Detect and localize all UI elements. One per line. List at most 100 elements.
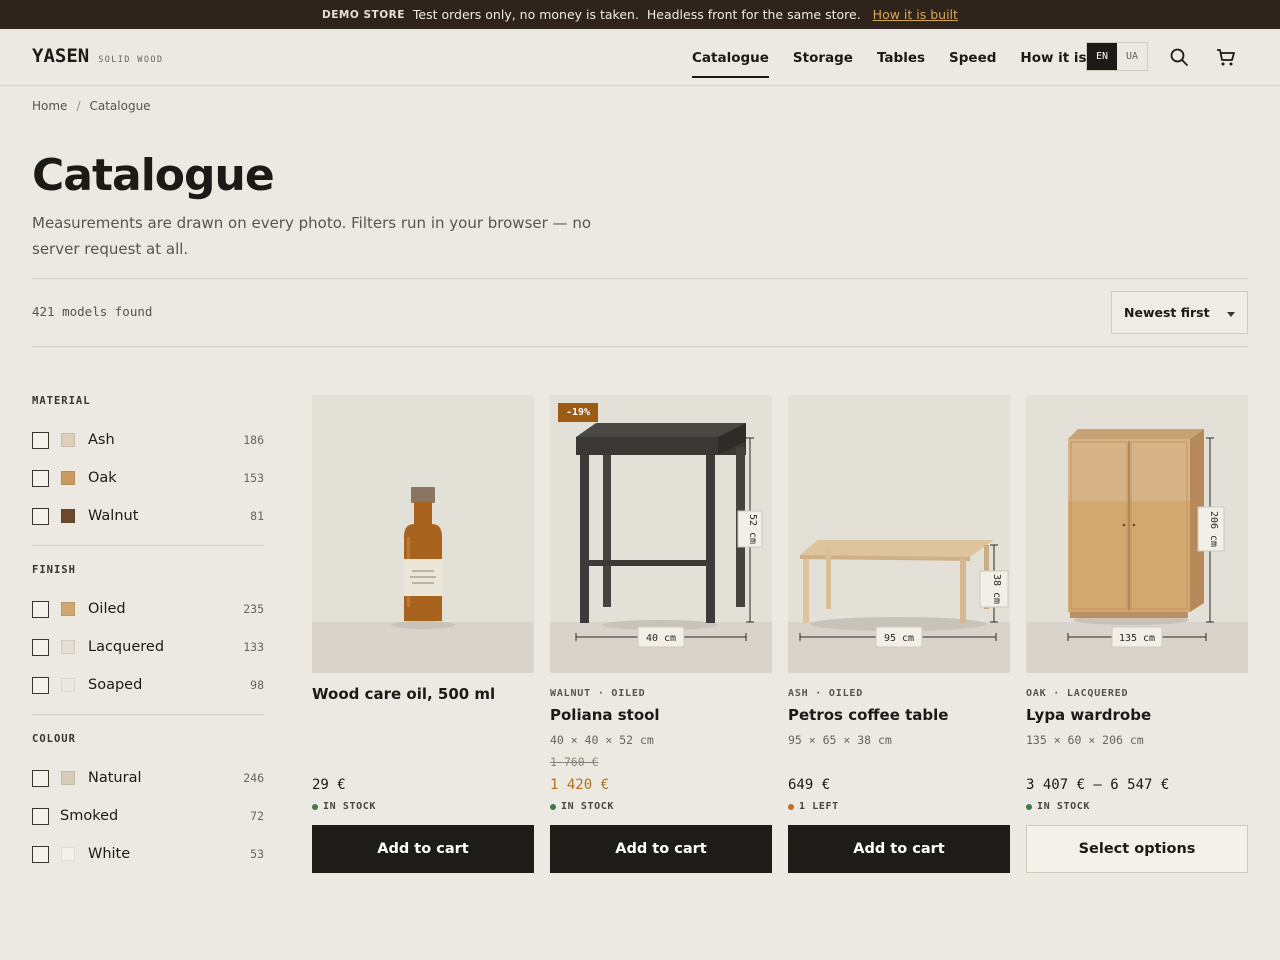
checkbox[interactable] [32, 600, 49, 618]
search-icon[interactable] [1168, 46, 1190, 68]
add-to-cart-button[interactable]: Add to cart [312, 825, 534, 873]
product-photo[interactable] [312, 395, 534, 673]
product-price: 3 407 € – 6 547 € [1026, 777, 1170, 793]
product-material: WALNUT · OILED [550, 688, 646, 699]
checkbox[interactable] [32, 676, 49, 694]
checkbox[interactable] [32, 431, 49, 449]
checkbox[interactable] [32, 845, 49, 863]
add-to-cart-button[interactable]: Add to cart [550, 825, 772, 873]
breadcrumb: Home / Catalogue [32, 99, 151, 113]
demo-tag: DEMO STORE [322, 8, 405, 21]
sort-select[interactable]: Newest first [1111, 291, 1248, 334]
checkbox[interactable] [32, 507, 49, 525]
filter-group-colour: COLOUR Natural 246 Smoked 72 White 53 [32, 733, 264, 873]
height-dimension-label: 206 cm [1208, 511, 1219, 547]
filter-divider [32, 714, 264, 715]
filter-label: Smoked [60, 808, 119, 824]
stock-label: IN STOCK [323, 801, 376, 812]
color-swatch [61, 471, 75, 485]
language-switcher: EN UA [1086, 42, 1148, 71]
nav-tables[interactable]: Tables [877, 29, 925, 86]
filter-group-finish: FINISH Oiled 235 Lacquered 133 Soaped 98 [32, 564, 264, 704]
product-photo[interactable]: 135 cm 206 cm [1026, 395, 1248, 673]
filter-label: Oak [88, 470, 117, 486]
nav-speed[interactable]: Speed [949, 29, 996, 86]
stool-image: 40 cm 52 cm [575, 423, 763, 648]
demo-banner: DEMO STORE Test orders only, no money is… [0, 0, 1280, 29]
width-dimension-label: 95 cm [884, 633, 914, 644]
stock-label: IN STOCK [561, 801, 614, 812]
main-nav: Catalogue Storage Tables Speed How it is… [692, 29, 1126, 86]
sort-label: Newest first [1124, 305, 1210, 320]
filter-heading: COLOUR [32, 733, 76, 745]
filter-count: 235 [243, 602, 264, 616]
product-card: 95 cm 38 cm ASH · OILED Petros coffee ta… [788, 395, 1010, 873]
color-swatch [61, 509, 75, 523]
stock-dot [550, 803, 556, 810]
filter-option-oak[interactable]: Oak 153 [32, 459, 264, 497]
stock-status: IN STOCK [312, 801, 376, 812]
lang-en[interactable]: EN [1087, 43, 1117, 70]
filter-label: White [88, 846, 131, 862]
height-dimension-label: 52 cm [747, 514, 758, 544]
filter-option-lacquered[interactable]: Lacquered 133 [32, 628, 264, 666]
filter-option-ash[interactable]: Ash 186 [32, 421, 264, 459]
breadcrumb-separator: / [76, 99, 81, 113]
filter-heading: MATERIAL [32, 395, 91, 407]
product-card: 40 cm 52 cm -19% WALNUT · OILED Poliana … [550, 395, 772, 873]
product-price: 29 € [312, 777, 346, 793]
cart-icon[interactable] [1215, 46, 1237, 68]
stock-status: IN STOCK [550, 801, 614, 812]
filter-label: Natural [88, 770, 142, 786]
stock-status: 1 LEFT [788, 801, 839, 812]
filter-count: 81 [250, 509, 264, 523]
product-material: ASH · OILED [788, 688, 864, 699]
color-swatch [61, 678, 75, 692]
select-options-button[interactable]: Select options [1026, 825, 1248, 873]
breadcrumb-current: Catalogue [89, 99, 151, 113]
page-title: Catalogue [32, 150, 275, 201]
filter-label: Oiled [88, 601, 126, 617]
product-name[interactable]: Wood care oil, 500 ml [312, 685, 495, 703]
filter-count: 133 [243, 640, 264, 654]
filter-count: 72 [250, 809, 264, 823]
logo[interactable]: YASEN SOLID WOOD [32, 45, 163, 67]
product-photo[interactable]: 40 cm 52 cm -19% [550, 395, 772, 673]
color-swatch [61, 640, 75, 654]
product-photo[interactable]: 95 cm 38 cm [788, 395, 1010, 673]
filter-option-walnut[interactable]: Walnut 81 [32, 497, 264, 535]
checkbox[interactable] [32, 469, 49, 487]
checkbox[interactable] [32, 769, 49, 787]
filter-option-natural[interactable]: Natural 246 [32, 759, 264, 797]
checkbox[interactable] [32, 638, 49, 656]
filter-option-soaped[interactable]: Soaped 98 [32, 666, 264, 704]
results-count: 421 models found [32, 304, 153, 319]
product-material: OAK · LACQUERED [1026, 688, 1129, 699]
sale-price: 1 420 € [550, 777, 610, 793]
color-swatch [61, 771, 75, 785]
filter-count: 98 [250, 678, 264, 692]
discount-badge: -19% [558, 403, 599, 422]
filter-count: 53 [250, 847, 264, 861]
how-built-link[interactable]: How it is built [873, 7, 958, 22]
demo-text: Test orders only, no money is taken. Hea… [412, 7, 861, 22]
breadcrumb-home[interactable]: Home [32, 99, 67, 113]
brand-tagline: SOLID WOOD [98, 55, 164, 65]
nav-catalogue[interactable]: Catalogue [692, 29, 769, 86]
product-name[interactable]: Poliana stool [550, 706, 660, 724]
product-name[interactable]: Petros coffee table [788, 706, 948, 724]
add-to-cart-button[interactable]: Add to cart [788, 825, 1010, 873]
height-dimension-label: 38 cm [991, 574, 1002, 604]
filter-option-smoked[interactable]: Smoked 72 [32, 797, 264, 835]
wardrobe-image: 135 cm 206 cm [1067, 429, 1225, 648]
filter-count: 186 [243, 433, 264, 447]
checkbox[interactable] [32, 807, 49, 825]
filter-option-white[interactable]: White 53 [32, 835, 264, 873]
nav-storage[interactable]: Storage [793, 29, 853, 86]
color-swatch [61, 602, 75, 616]
stock-dot [1026, 803, 1032, 810]
product-dimensions: 95 × 65 × 38 cm [788, 733, 892, 747]
filter-option-oiled[interactable]: Oiled 235 [32, 590, 264, 628]
lang-ua[interactable]: UA [1117, 43, 1147, 70]
product-name[interactable]: Lypa wardrobe [1026, 706, 1151, 724]
